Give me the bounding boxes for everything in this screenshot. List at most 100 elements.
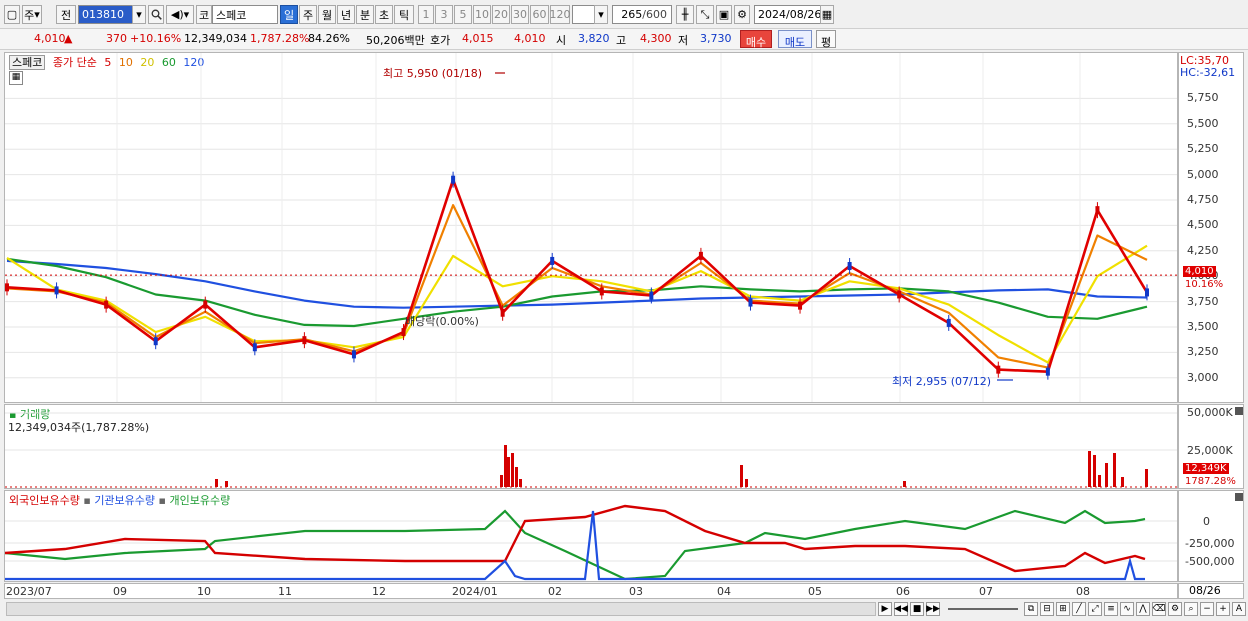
prev-label: 전: [60, 8, 72, 22]
chart-tool-icon[interactable]: ⤡: [696, 5, 714, 24]
interval-10[interactable]: 10: [473, 5, 491, 24]
period-week[interactable]: 주: [299, 5, 317, 24]
holding-panel-close-icon[interactable]: [1235, 493, 1243, 501]
hoga-value2: 4,010: [514, 32, 546, 45]
holding-tick-250k: -250,000: [1185, 537, 1235, 550]
price-change-pct: +10.16%: [130, 32, 182, 45]
buy-button[interactable]: 매수: [740, 30, 772, 49]
volume-bar: [225, 481, 228, 487]
holding-scale: 0 -250,000 -500,000: [1178, 490, 1244, 582]
horizontal-scrollbar[interactable]: [6, 602, 876, 616]
stop-icon[interactable]: ■: [910, 602, 924, 616]
period-tick[interactable]: 틱: [394, 5, 414, 24]
volume-panel-close-icon[interactable]: [1235, 407, 1243, 415]
search-icon[interactable]: [148, 5, 164, 24]
price-tick: 3,500: [1187, 319, 1219, 333]
calendar-icon[interactable]: ▦: [820, 5, 834, 24]
high-label: 고: [616, 34, 627, 47]
holding-panel: 외국인보유수량 ▪ 기관보유수량 ▪ 개인보유수량: [4, 490, 1178, 582]
volume-bar: [1145, 469, 1148, 487]
period-year[interactable]: 년: [337, 5, 355, 24]
candle-body: [500, 308, 505, 317]
x-label-10: 10: [197, 585, 211, 598]
volume-pct: 1,787.28%: [250, 32, 310, 45]
custom-interval-dropdown-icon[interactable]: ▾: [594, 5, 608, 24]
volume-scale: 50,000K 25,000K 12,349K 1787.28%: [1178, 404, 1244, 489]
period-day[interactable]: 일: [280, 5, 298, 24]
price-tick: 4,500: [1187, 218, 1219, 232]
zoom-out-icon[interactable]: −: [1200, 602, 1214, 616]
volume-tick-top: 50,000K: [1187, 406, 1233, 419]
speaker-icon[interactable]: ◀)▾: [166, 5, 194, 24]
price-scale: LC:35,70 HC:-32,61 5,750 5,500 5,250 5,000 4…: [1178, 52, 1244, 403]
candle-body: [1145, 288, 1149, 297]
window-grid-icon[interactable]: ⊞: [1056, 602, 1070, 616]
eval-button[interactable]: 평: [816, 30, 836, 49]
price-panel: 스페코 종가 단순 5 10 20 60 120 ▦ 최고 5,950 (01/…: [4, 52, 1178, 403]
candle-body: [599, 287, 604, 296]
pattern-tool-icon[interactable]: ⋀: [1136, 602, 1150, 616]
high-value: 4,300: [640, 32, 672, 45]
window-split-icon[interactable]: ⊟: [1040, 602, 1054, 616]
x-label-05: 05: [808, 585, 822, 598]
wave-tool-icon[interactable]: ∿: [1120, 602, 1134, 616]
window-icon[interactable]: ▢: [4, 5, 20, 24]
x-label-02: 02: [548, 585, 562, 598]
price-tick: 5,250: [1187, 142, 1219, 156]
candle-body: [996, 365, 1001, 374]
x-label-12: 12: [372, 585, 386, 598]
candle-body: [5, 283, 9, 292]
price-tick: 4,750: [1187, 192, 1219, 206]
current-price-tag: 4,010: [1183, 266, 1216, 277]
count-field[interactable]: 265/600: [612, 5, 672, 24]
x-label-04: 04: [717, 585, 731, 598]
sell-button[interactable]: 매도: [778, 30, 812, 49]
settings-tool-icon[interactable]: ⚙: [1168, 602, 1182, 616]
stock-name-field[interactable]: 스페코: [212, 5, 278, 24]
interval-5[interactable]: 5: [454, 5, 472, 24]
interval-30[interactable]: 30: [511, 5, 529, 24]
mode-dropdown[interactable]: 주 ▾: [22, 5, 42, 24]
open-value: 3,820: [578, 32, 610, 45]
x-axis: 2023/07 09 10 11 12 2024/01 02 03 04 05 …: [4, 583, 1178, 599]
volume-bar: [515, 467, 518, 487]
x-label-08: 08: [1076, 585, 1090, 598]
candle-body: [104, 300, 109, 309]
magnifier-icon[interactable]: ⌕: [1184, 602, 1198, 616]
window-tile-icon[interactable]: ⧉: [1024, 602, 1038, 616]
prev-button[interactable]: 전: [56, 5, 76, 24]
candle-body: [698, 251, 703, 260]
interval-20[interactable]: 20: [492, 5, 510, 24]
gear-icon[interactable]: ⚙: [734, 5, 750, 24]
candle-body: [649, 291, 654, 300]
volume-pct2: 84.26%: [308, 32, 350, 45]
interval-60[interactable]: 60: [530, 5, 549, 24]
trend-tool-icon[interactable]: ⤢: [1088, 602, 1102, 616]
eraser-icon[interactable]: ⌫: [1152, 602, 1166, 616]
volume-tick-mid: 25,000K: [1187, 444, 1233, 457]
period-second[interactable]: 초: [375, 5, 393, 24]
holding-tick-0: 0: [1203, 515, 1210, 528]
candle-body: [946, 318, 951, 327]
period-month[interactable]: 월: [318, 5, 336, 24]
candle-body: [451, 175, 456, 184]
interval-1[interactable]: 1: [418, 5, 434, 24]
x-label-06: 06: [896, 585, 910, 598]
scroll-first-icon[interactable]: ◀◀: [894, 602, 908, 616]
scroll-last-icon[interactable]: ▶▶: [926, 602, 940, 616]
scroll-right-icon[interactable]: ▶: [878, 602, 892, 616]
bottom-toolbar: ▶ ◀◀ ■ ▶▶ ⧉ ⊟ ⊞ ╱ ⤢ ≡ ∿ ⋀ ⌫ ⚙ ⌕ − + A: [0, 599, 1248, 621]
code-dropdown-icon[interactable]: ▾: [132, 5, 146, 24]
zoom-in-icon[interactable]: +: [1216, 602, 1230, 616]
interval-120[interactable]: 120: [550, 5, 571, 24]
line-tool-icon[interactable]: ╱: [1072, 602, 1086, 616]
interval-3[interactable]: 3: [435, 5, 453, 24]
volume-bar: [1105, 463, 1108, 487]
save-icon[interactable]: ▣: [716, 5, 732, 24]
price-tick: 5,750: [1187, 91, 1219, 105]
fib-tool-icon[interactable]: ≡: [1104, 602, 1118, 616]
candle-type-icon[interactable]: ╫: [676, 5, 694, 24]
zoom-slider[interactable]: [948, 608, 1018, 610]
font-size-icon[interactable]: A: [1232, 602, 1246, 616]
period-minute[interactable]: 분: [356, 5, 374, 24]
